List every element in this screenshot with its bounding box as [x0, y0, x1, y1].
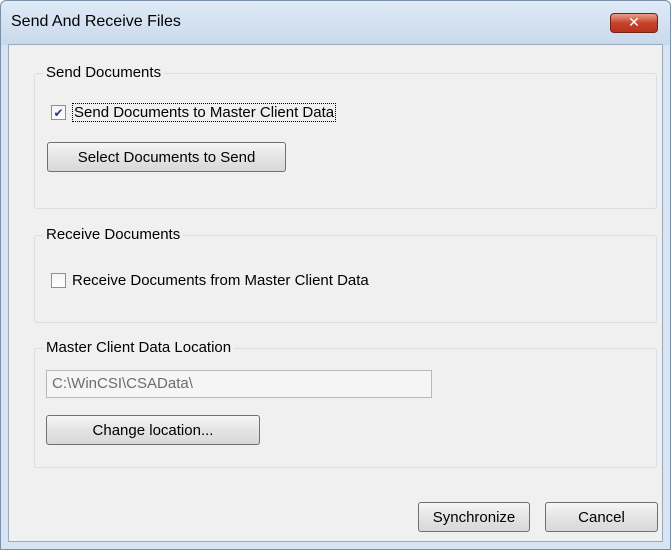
- send-documents-legend: Send Documents: [43, 64, 165, 81]
- select-documents-button[interactable]: Select Documents to Send: [47, 142, 286, 172]
- receive-documents-checkbox-label[interactable]: Receive Documents from Master Client Dat…: [72, 272, 369, 289]
- close-icon: ✕: [628, 15, 640, 31]
- window-title: Send And Receive Files: [11, 13, 181, 30]
- synchronize-button[interactable]: Synchronize: [418, 502, 530, 532]
- send-documents-checkbox-row[interactable]: ✔ Send Documents to Master Client Data: [51, 103, 337, 122]
- master-client-data-location-group: Master Client Data Location: [34, 339, 657, 468]
- checkmark-icon: ✔: [53, 105, 64, 120]
- send-documents-checkbox[interactable]: ✔: [51, 105, 66, 120]
- close-button[interactable]: ✕: [610, 13, 658, 33]
- cancel-button[interactable]: Cancel: [545, 502, 658, 532]
- location-path-field[interactable]: C:\WinCSI\CSAData\: [46, 370, 432, 398]
- change-location-button[interactable]: Change location...: [46, 415, 260, 445]
- title-bar[interactable]: Send And Receive Files ✕: [1, 1, 670, 45]
- receive-documents-checkbox-row[interactable]: Receive Documents from Master Client Dat…: [51, 272, 369, 289]
- send-documents-group: Send Documents: [34, 64, 657, 209]
- receive-documents-legend: Receive Documents: [43, 226, 184, 243]
- receive-documents-checkbox[interactable]: [51, 273, 66, 288]
- master-client-data-location-legend: Master Client Data Location: [43, 339, 235, 356]
- send-documents-checkbox-label[interactable]: Send Documents to Master Client Data: [72, 103, 337, 122]
